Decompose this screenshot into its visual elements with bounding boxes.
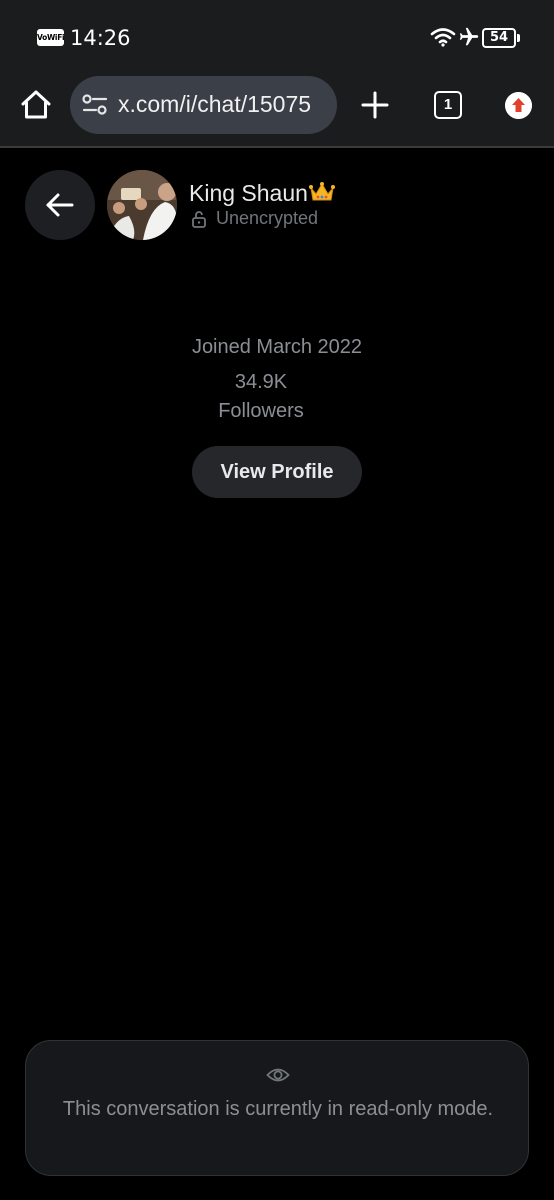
tabs-icon[interactable]: 1 [434, 91, 462, 119]
status-time: 14:26 [70, 26, 131, 50]
home-icon[interactable] [16, 88, 56, 122]
joined-date: Joined March 2022 [191, 336, 363, 358]
address-bar[interactable]: x.com/i/chat/15075 [70, 76, 337, 134]
toolbar-divider [0, 146, 554, 148]
eye-icon [266, 1068, 290, 1082]
url-text[interactable]: x.com/i/chat/15075 [118, 91, 311, 118]
view-profile-button[interactable]: View Profile [192, 446, 362, 498]
followers-count: 34.9K [234, 371, 288, 393]
tune-icon[interactable] [82, 93, 108, 117]
chat-user-name[interactable]: King Shaun [189, 180, 335, 207]
crown-icon [308, 182, 335, 201]
airplane-icon [459, 27, 479, 46]
read-only-message: This conversation is currently in read-o… [62, 1098, 494, 1120]
wifi-icon [430, 28, 456, 47]
read-only-notice: This conversation is currently in read-o… [25, 1040, 529, 1176]
back-arrow-icon [46, 193, 74, 217]
avatar[interactable] [107, 170, 177, 240]
update-icon[interactable] [505, 92, 532, 119]
plus-icon[interactable] [356, 86, 394, 124]
user-name-text: King Shaun [189, 180, 308, 206]
back-button[interactable] [25, 170, 95, 240]
encryption-text: Unencrypted [216, 208, 319, 228]
vowifi-indicator: VoWiFi [37, 29, 65, 46]
lock-icon [192, 211, 206, 228]
battery-icon: 54 [482, 28, 516, 48]
battery-tip [517, 34, 520, 42]
avatar-photo [107, 170, 177, 240]
followers-label: Followers [218, 400, 304, 422]
